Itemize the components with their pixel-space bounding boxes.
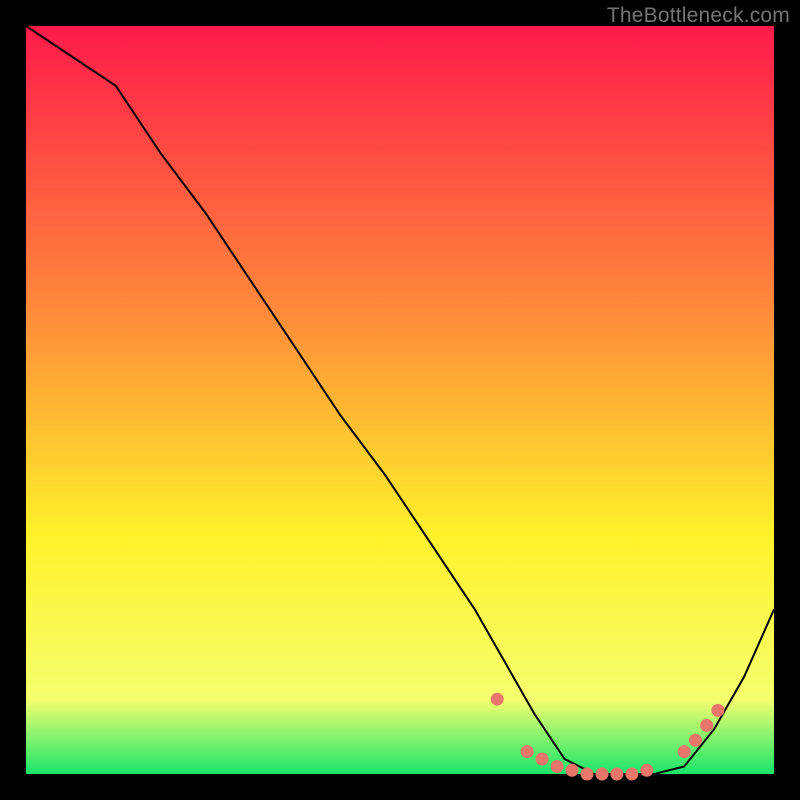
marker-point	[625, 768, 638, 781]
marker-point	[700, 719, 713, 732]
marker-point	[551, 760, 564, 773]
marker-point	[689, 734, 702, 747]
plot-background	[26, 26, 774, 774]
marker-point	[566, 764, 579, 777]
marker-point	[536, 753, 549, 766]
marker-point	[678, 745, 691, 758]
bottleneck-chart	[0, 0, 800, 800]
marker-point	[491, 693, 504, 706]
attribution-text: TheBottleneck.com	[607, 4, 790, 28]
chart-stage: TheBottleneck.com	[0, 0, 800, 800]
marker-point	[711, 704, 724, 717]
marker-point	[610, 768, 623, 781]
marker-point	[581, 768, 594, 781]
marker-point	[640, 764, 653, 777]
marker-point	[521, 745, 534, 758]
marker-point	[596, 768, 609, 781]
